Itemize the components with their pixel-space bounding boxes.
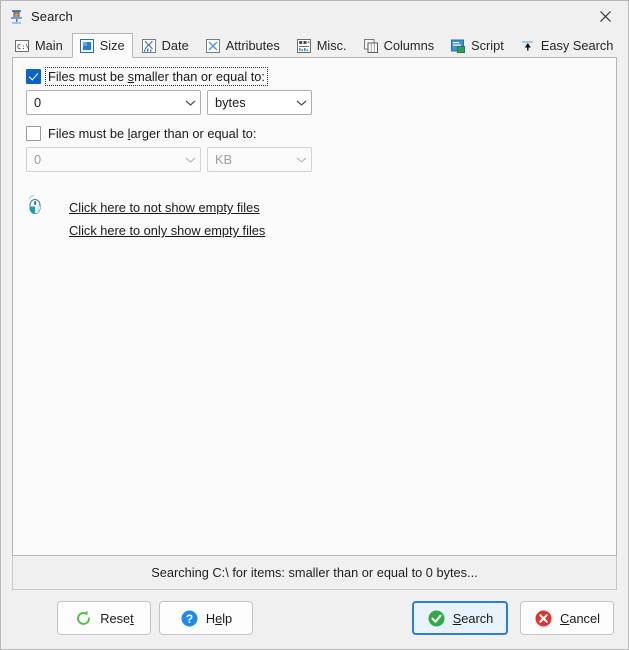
larger-than-value: 0 [34,152,42,167]
title-bar: Search [1,1,628,32]
tab-script-label: Script [471,38,504,53]
hint-link-not-show-empty[interactable]: Click here to not show empty files [69,200,260,215]
smaller-than-value-combo[interactable]: 0 [26,90,201,115]
svg-text:?: ? [186,612,193,626]
tab-easy-search[interactable]: Easy Search [513,33,622,57]
smaller-than-value: 0 [34,95,42,110]
larger-than-checkbox-row[interactable]: Files must be larger than or equal to: [26,125,258,142]
resize-icon [79,38,95,54]
size-tab-panel: Files must be smaller than or equal to: … [12,57,617,556]
reset-button[interactable]: Reset [57,601,151,635]
misc-chart-icon [296,38,312,54]
tab-date-label: Date [161,38,189,53]
cancel-icon [534,609,553,628]
button-bar: Reset ? Help Search Cancel [1,590,628,649]
script-icon [450,38,466,54]
console-prompt-icon: C:\ [14,38,30,54]
attributes-icon [205,38,221,54]
search-filter-icon [8,8,26,26]
larger-than-unit: KB [215,152,233,167]
chevron-down-icon [180,99,200,107]
svg-text:C:\: C:\ [17,43,30,51]
tab-size-label: Size [99,38,125,53]
tab-columns-label: Columns [383,38,435,53]
chevron-down-icon [180,156,200,164]
tab-attributes[interactable]: Attributes [198,33,288,57]
smaller-than-unit: bytes [215,95,246,110]
tab-columns[interactable]: Columns [356,33,443,57]
tab-main-label: Main [35,38,63,53]
hint-link-only-show-empty[interactable]: Click here to only show empty files [69,223,265,238]
tab-misc-label: Misc. [316,38,347,53]
status-text: Searching C:\ for items: smaller than or… [151,565,478,580]
smaller-than-unit-combo[interactable]: bytes [207,90,312,115]
cancel-button[interactable]: Cancel [520,601,614,635]
smaller-than-checkbox-row[interactable]: Files must be smaller than or equal to: [26,67,268,86]
tab-script[interactable]: Script [443,33,512,57]
status-bar: Searching C:\ for items: smaller than or… [12,556,617,590]
refresh-icon [74,609,93,628]
tab-main[interactable]: C:\ Main [7,33,71,57]
smaller-than-checkbox[interactable] [26,69,41,84]
tab-easy-search-label: Easy Search [540,38,614,53]
help-button-label: Help [205,610,233,626]
chevron-down-icon [291,99,311,107]
search-button[interactable]: Search [412,601,508,635]
tab-size[interactable]: Size [71,33,133,58]
cancel-button-label: Cancel [560,610,600,626]
tab-attributes-label: Attributes [225,38,280,53]
tab-strip: C:\ Main Size Date Attributes Misc. Colu… [1,32,628,58]
search-button-label: Search [452,610,494,626]
chevron-down-icon [291,156,311,164]
check-icon [427,609,446,628]
smaller-than-label: Files must be smaller than or equal to: [45,67,268,86]
help-button[interactable]: ? Help [159,601,253,635]
larger-than-checkbox[interactable] [26,126,41,141]
calendar-chart-icon [141,38,157,54]
mouse-click-icon [25,194,45,215]
easy-search-icon [520,38,536,54]
search-dialog: Search C:\ Main Size Date Attributes Mis… [0,0,629,650]
close-icon[interactable] [582,1,628,32]
reset-button-label: Reset [100,610,134,626]
tab-misc[interactable]: Misc. [289,33,355,57]
window-title: Search [31,9,73,24]
larger-than-value-combo[interactable]: 0 [26,147,201,172]
tab-date[interactable]: Date [134,33,197,57]
question-icon: ? [180,609,199,628]
larger-than-label: Files must be larger than or equal to: [48,126,257,141]
columns-icon [363,38,379,54]
larger-than-unit-combo[interactable]: KB [207,147,312,172]
